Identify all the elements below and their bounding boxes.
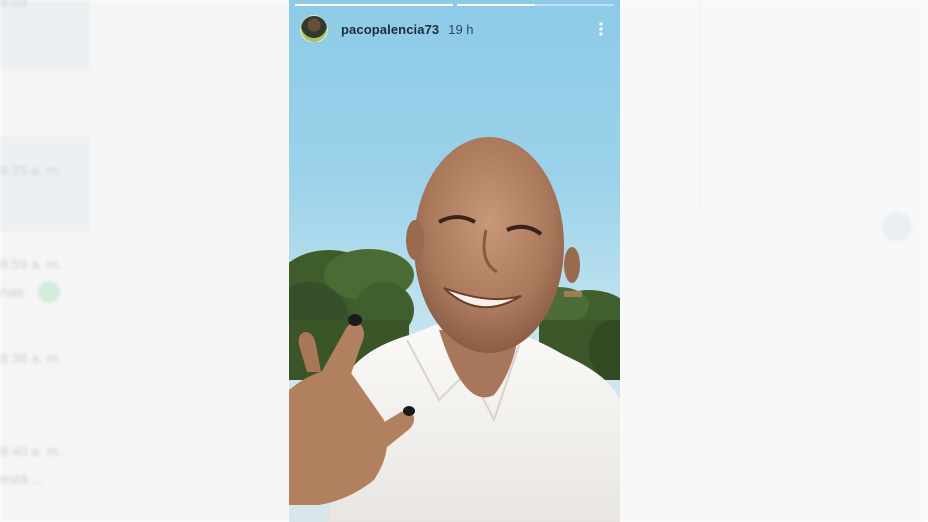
background-card xyxy=(0,136,90,232)
background-text: 8:59 a. m. xyxy=(0,256,63,272)
more-options-button[interactable] xyxy=(592,18,610,40)
background-text: 8:40 a. m. xyxy=(0,443,63,459)
story-photo xyxy=(289,137,620,522)
background-panel xyxy=(620,0,928,522)
progress-segment xyxy=(456,4,614,6)
story-username[interactable]: pacopalencia73 xyxy=(341,22,439,37)
background-text: 8:38 a. m. xyxy=(0,350,63,366)
background-card xyxy=(0,0,90,70)
unread-badge xyxy=(38,281,60,303)
background-chat-list: 8:09 8:25 a. m. 8:59 a. m. nas 8:38 a. m… xyxy=(0,0,290,522)
background-text: nas xyxy=(0,284,25,301)
story-header: pacopalencia73 19 h xyxy=(300,14,610,44)
story-progress-bar xyxy=(295,4,614,6)
story-viewer[interactable]: pacopalencia73 19 h xyxy=(289,0,620,522)
background-text: 8:25 a. m. xyxy=(0,162,63,178)
more-vertical-icon xyxy=(599,22,603,36)
nail-polish xyxy=(348,314,362,326)
avatar[interactable] xyxy=(300,15,328,43)
story-timestamp: 19 h xyxy=(448,21,474,37)
progress-segment xyxy=(295,4,453,6)
background-text: está ... xyxy=(0,471,46,488)
screen: 8:09 8:25 a. m. 8:59 a. m. nas 8:38 a. m… xyxy=(0,0,928,522)
background-circle xyxy=(882,212,912,242)
background-text: 8:09 xyxy=(0,0,28,10)
divider xyxy=(700,0,701,210)
